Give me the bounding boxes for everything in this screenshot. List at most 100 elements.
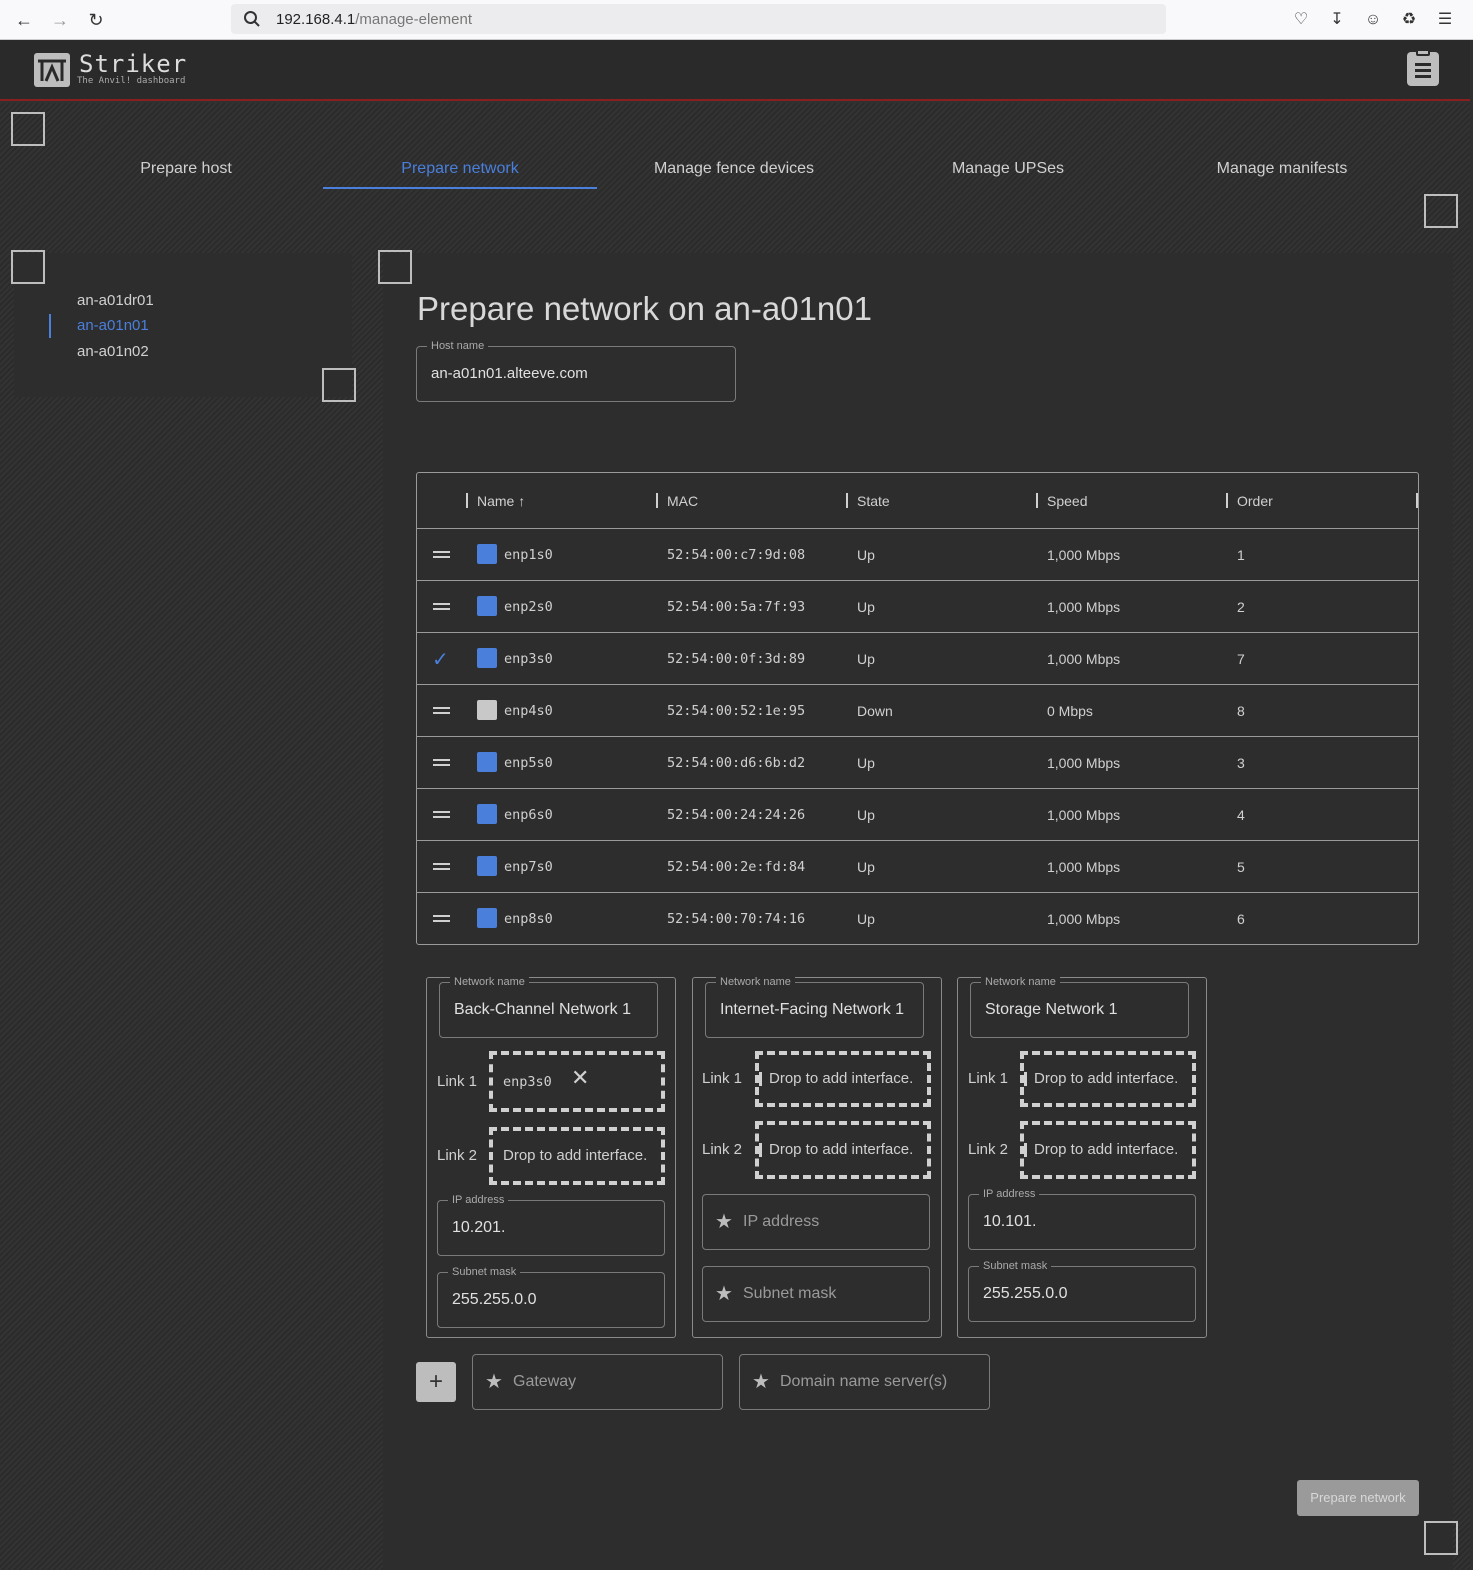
interface-state: Up: [857, 859, 875, 875]
clipboard-icon[interactable]: [1407, 49, 1439, 86]
host-item-an-a01dr01[interactable]: an-a01dr01: [77, 292, 154, 309]
interface-state: Up: [857, 651, 875, 667]
ip-address-field[interactable]: IP address 10.101.: [968, 1187, 1196, 1250]
interface-status-icon: [477, 752, 497, 772]
interface-status-icon: [477, 544, 497, 564]
column-header-state[interactable]: State: [857, 493, 890, 509]
drop-hint: Drop to add interface.: [1034, 1070, 1179, 1087]
network-name-field[interactable]: Network name Internet-Facing Network 1: [705, 975, 924, 1038]
table-row[interactable]: enp8s0 52:54:00:70:74:16 Up 1,000 Mbps 6: [417, 892, 1418, 944]
network-name-value: Internet-Facing Network 1: [720, 1001, 905, 1018]
interface-mac: 52:54:00:52:1e:95: [667, 703, 806, 719]
tab-manage-upses[interactable]: Manage UPSes: [871, 160, 1145, 178]
host-item-an-a01n02[interactable]: an-a01n02: [77, 343, 149, 360]
corner-decoration: [378, 250, 412, 284]
interface-order: 4: [1237, 807, 1245, 823]
table-row[interactable]: enp5s0 52:54:00:d6:6b:d2 Up 1,000 Mbps 3: [417, 736, 1418, 788]
link1-dropzone[interactable]: Drop to add interface.: [1020, 1051, 1196, 1107]
remove-interface-icon[interactable]: ✕: [571, 1065, 589, 1091]
ip-address-value: 10.201.: [452, 1219, 506, 1236]
host-item-an-a01n01[interactable]: an-a01n01: [77, 317, 149, 334]
subnet-mask-field[interactable]: Subnet mask 255.255.0.0: [437, 1265, 665, 1328]
app-header: Striker The Anvil! dashboard: [0, 40, 1470, 101]
ip-address-label: IP address: [448, 1193, 509, 1207]
star-icon: ★: [715, 1211, 733, 1233]
interface-state: Up: [857, 547, 875, 563]
subnet-mask-label: Subnet mask: [448, 1265, 521, 1279]
interface-mac: 52:54:00:2e:fd:84: [667, 859, 806, 875]
corner-decoration: [322, 368, 356, 402]
interface-name: enp6s0: [504, 807, 553, 823]
column-header-name[interactable]: Name ↑: [477, 493, 525, 509]
table-row[interactable]: enp7s0 52:54:00:2e:fd:84 Up 1,000 Mbps 5: [417, 840, 1418, 892]
drag-handle-icon[interactable]: [433, 707, 450, 714]
prepare-network-button[interactable]: Prepare network: [1297, 1480, 1419, 1516]
tab-prepare-network[interactable]: Prepare network: [323, 160, 597, 178]
subnet-mask-label: Subnet mask: [979, 1259, 1052, 1273]
ip-address-field[interactable]: IP address 10.201.: [437, 1193, 665, 1256]
table-row[interactable]: ✓ enp3s0 52:54:00:0f:3d:89 Up 1,000 Mbps…: [417, 632, 1418, 684]
host-name-label: Host name: [427, 339, 489, 353]
url-bar[interactable]: 192.168.4.1/manage-element: [231, 4, 1166, 34]
network-name-field[interactable]: Network name Back-Channel Network 1: [439, 975, 658, 1038]
table-row[interactable]: enp6s0 52:54:00:24:24:26 Up 1,000 Mbps 4: [417, 788, 1418, 840]
interface-order: 8: [1237, 703, 1245, 719]
column-header-mac[interactable]: MAC: [667, 493, 698, 509]
menu-icon[interactable]: ☰: [1435, 10, 1455, 30]
reload-icon[interactable]: ↻: [84, 8, 108, 32]
add-network-button[interactable]: +: [416, 1362, 456, 1402]
drag-handle-icon[interactable]: [433, 863, 450, 870]
forward-icon[interactable]: →: [48, 8, 72, 32]
link2-dropzone[interactable]: Drop to add interface.: [489, 1127, 665, 1185]
drop-hint: Drop to add interface.: [1034, 1141, 1179, 1158]
subnet-mask-field[interactable]: Subnet mask 255.255.0.0: [968, 1259, 1196, 1322]
link1-dropzone[interactable]: Drop to add interface.: [755, 1051, 931, 1107]
drag-handle-icon[interactable]: [433, 811, 450, 818]
interface-mac: 52:54:00:24:24:26: [667, 807, 806, 823]
interface-speed: 1,000 Mbps: [1047, 807, 1121, 823]
account-icon[interactable]: ☺: [1363, 10, 1383, 30]
link1-label: Link 1: [437, 1073, 478, 1090]
host-name-value: an-a01n01.alteeve.com: [431, 365, 588, 382]
drag-handle-icon[interactable]: [433, 551, 450, 558]
link1-interface-chip: enp3s0: [503, 1074, 552, 1090]
interface-order: 5: [1237, 859, 1245, 875]
tab-manage-manifests[interactable]: Manage manifests: [1145, 160, 1419, 178]
drag-handle-icon[interactable]: [433, 759, 450, 766]
subnet-mask-field[interactable]: ★ Subnet mask: [702, 1266, 930, 1322]
network-name-field[interactable]: Network name Storage Network 1: [970, 975, 1189, 1038]
pocket-icon[interactable]: ♡: [1291, 10, 1311, 30]
link1-dropzone[interactable]: enp3s0 ✕: [489, 1051, 665, 1112]
link2-label: Link 2: [968, 1141, 1009, 1158]
corner-decoration: [11, 250, 45, 284]
link1-label: Link 1: [968, 1070, 1009, 1087]
tab-manage-fence-devices[interactable]: Manage fence devices: [597, 160, 871, 178]
browser-toolbar: ← → ↻ 192.168.4.1/manage-element ♡ ↧ ☺ ♻…: [0, 0, 1473, 40]
tab-prepare-host[interactable]: Prepare host: [49, 160, 323, 178]
interface-name: enp3s0: [504, 651, 553, 667]
interface-state: Down: [857, 703, 893, 719]
link2-dropzone[interactable]: Drop to add interface.: [1020, 1121, 1196, 1179]
interface-order: 7: [1237, 651, 1245, 667]
table-row[interactable]: enp2s0 52:54:00:5a:7f:93 Up 1,000 Mbps 2: [417, 580, 1418, 632]
link2-dropzone[interactable]: Drop to add interface.: [755, 1121, 931, 1179]
drag-handle-icon[interactable]: [433, 915, 450, 922]
column-header-order[interactable]: Order: [1237, 493, 1273, 509]
ip-address-field[interactable]: ★ IP address: [702, 1194, 930, 1250]
interface-name: enp8s0: [504, 911, 553, 927]
dns-field[interactable]: ★ Domain name server(s): [739, 1354, 990, 1410]
column-header-speed[interactable]: Speed: [1047, 493, 1087, 509]
host-name-field[interactable]: Host name an-a01n01.alteeve.com: [416, 339, 736, 402]
check-icon: ✓: [432, 649, 449, 671]
interface-state: Up: [857, 755, 875, 771]
extensions-icon[interactable]: ♻: [1399, 10, 1419, 30]
tab-indicator: [323, 187, 597, 189]
back-icon[interactable]: ←: [12, 8, 36, 32]
drag-handle-icon[interactable]: [433, 603, 450, 610]
gateway-field[interactable]: ★ Gateway: [472, 1354, 723, 1410]
interface-speed: 1,000 Mbps: [1047, 547, 1121, 563]
star-icon: ★: [752, 1371, 770, 1393]
download-icon[interactable]: ↧: [1327, 10, 1347, 30]
table-row[interactable]: enp4s0 52:54:00:52:1e:95 Down 0 Mbps 8: [417, 684, 1418, 736]
table-row[interactable]: enp1s0 52:54:00:c7:9d:08 Up 1,000 Mbps 1: [417, 528, 1418, 580]
